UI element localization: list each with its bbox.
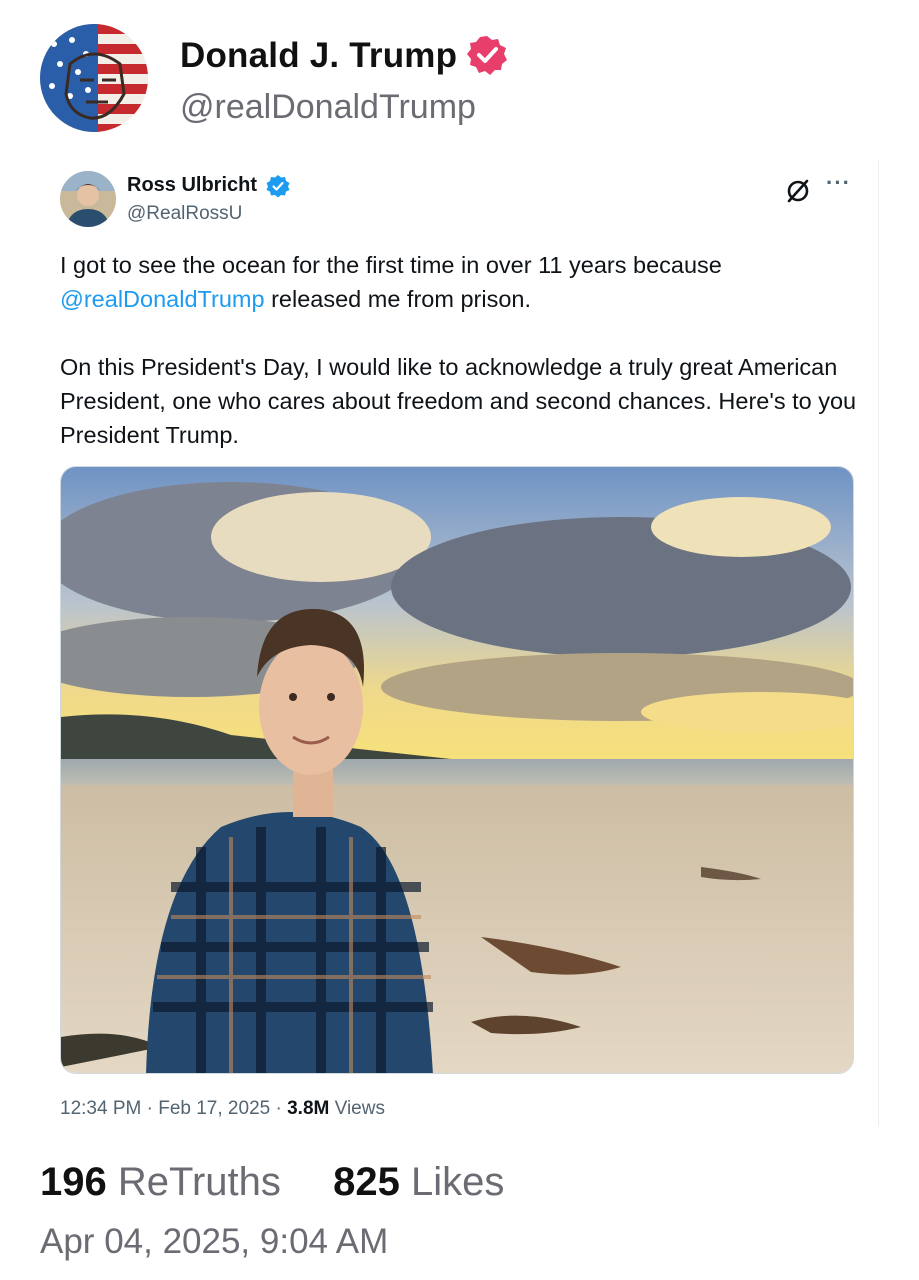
post-stats: 196 ReTruths 825 Likes [40,1160,504,1205]
author-name[interactable]: Donald J. Trump [180,36,457,76]
tweet-date: Feb 17, 2025 [158,1098,271,1119]
tweet-text-para2: On this President's Day, I would like to… [60,354,857,448]
likes-count[interactable]: 825 [333,1160,400,1204]
post-header: Donald J. Trump @realDonaldTrump [40,24,880,134]
tweet-text-line1: I got to see the ocean for the first tim… [60,252,722,278]
tweet-views-label: Views [334,1098,385,1119]
meta-separator: · [141,1098,159,1119]
author-handle[interactable]: @realDonaldTrump [180,88,476,127]
tweet-photo [60,466,854,1074]
tweet-author-avatar [60,171,116,227]
verified-badge-icon [467,36,507,75]
tweet-verified-icon [266,175,290,198]
tweet-time: 12:34 PM [60,1098,142,1119]
embedded-tweet-image: Ross Ulbricht @RealRossU ··· I got to se… [40,160,879,1126]
tweet-text-line1-rest: released me from prison. [264,286,531,312]
tweet-text: I got to see the ocean for the first tim… [60,248,875,452]
retruths-count[interactable]: 196 [40,1160,107,1204]
tweet-author-handle: @RealRossU [127,203,243,224]
likes-label[interactable]: Likes [411,1160,504,1204]
tweet-mention: @realDonaldTrump [60,286,265,312]
tweet-meta: 12:34 PM · Feb 17, 2025 · 3.8M Views [60,1098,385,1120]
grok-icon [787,179,809,203]
post-timestamp: Apr 04, 2025, 9:04 AM [40,1222,389,1261]
retruths-label[interactable]: ReTruths [118,1160,281,1204]
tweet-views-count: 3.8M [287,1098,330,1119]
more-options-icon: ··· [826,170,851,195]
tweet-author-name: Ross Ulbricht [127,174,258,196]
meta-separator: · [270,1098,288,1119]
author-avatar[interactable] [40,24,148,132]
